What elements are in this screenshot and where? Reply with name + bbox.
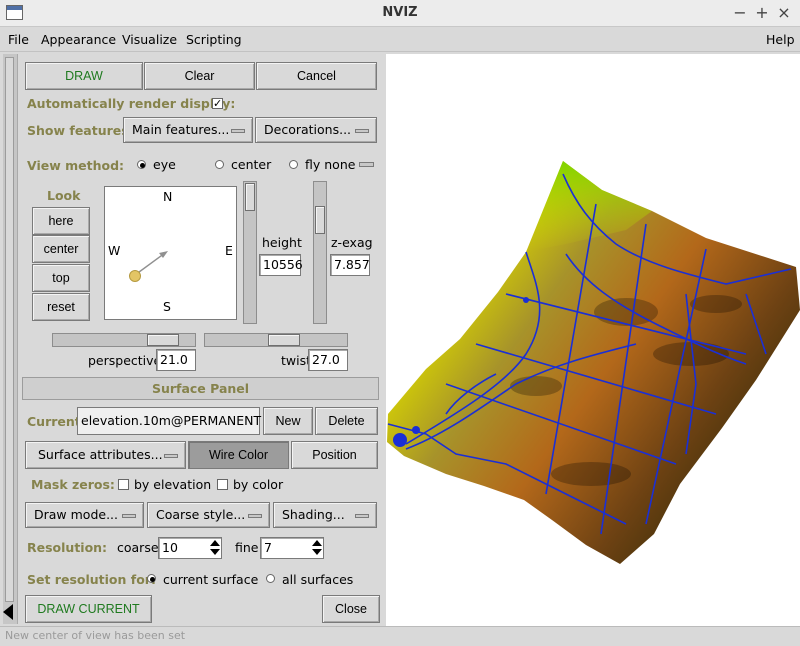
close-icon[interactable]: ×: [776, 3, 792, 23]
draw-button[interactable]: DRAW: [25, 62, 143, 90]
look-here-button[interactable]: here: [32, 207, 90, 235]
menu-help[interactable]: Help: [766, 32, 795, 47]
surface-attributes-menubutton[interactable]: Surface attributes...: [25, 441, 186, 469]
menu-bar: File Appearance Visualize Scripting Help: [0, 28, 800, 52]
height-label: height: [262, 235, 302, 250]
shading-label: Shading...: [282, 507, 345, 522]
zexag-slider[interactable]: [313, 181, 327, 324]
look-reset-button[interactable]: reset: [32, 293, 90, 321]
coarse-style-menubutton[interactable]: Coarse style...: [147, 502, 270, 528]
main-features-label: Main features...: [132, 122, 230, 137]
decorations-menubutton[interactable]: Decorations...: [255, 117, 377, 143]
spin-down-icon[interactable]: [210, 549, 220, 555]
close-panel-button[interactable]: Close: [322, 595, 380, 623]
look-center-button[interactable]: center: [32, 235, 90, 263]
coarse-style-label: Coarse style...: [156, 507, 246, 522]
set-resolution-label: Set resolution for:: [27, 572, 156, 587]
height-slider-thumb[interactable]: [245, 183, 255, 211]
look-top-button[interactable]: top: [32, 264, 90, 292]
perspective-input[interactable]: 21.0: [156, 349, 196, 371]
clear-button[interactable]: Clear: [144, 62, 255, 90]
spin-up-icon[interactable]: [210, 540, 220, 546]
mask-elevation-checkbox[interactable]: [118, 479, 129, 490]
render-canvas[interactable]: [386, 54, 800, 626]
scroll-left-arrow-icon[interactable]: [3, 604, 13, 620]
menu-indicator-icon: [355, 129, 369, 133]
panel-scrollbar-thumb[interactable]: [5, 57, 14, 602]
perspective-label: perspective: [88, 353, 162, 368]
twist-slider-thumb[interactable]: [268, 334, 300, 346]
cancel-button[interactable]: Cancel: [256, 62, 377, 90]
view-eye-radio[interactable]: [137, 160, 146, 169]
decorations-label: Decorations...: [264, 122, 352, 137]
title-bar: NVIZ − + ×: [0, 0, 800, 27]
menu-scripting[interactable]: Scripting: [186, 32, 242, 47]
mask-color-checkbox[interactable]: [217, 479, 228, 490]
zexag-label: z-exag: [331, 235, 373, 250]
menu-visualize[interactable]: Visualize: [122, 32, 177, 47]
view-fly-label: fly none: [305, 157, 356, 172]
fine-label: fine: [235, 540, 259, 555]
view-eye-label: eye: [153, 157, 176, 172]
resolution-label: Resolution:: [27, 540, 108, 555]
look-label: Look: [47, 188, 81, 203]
view-center-radio[interactable]: [215, 160, 224, 169]
wire-color-button[interactable]: Wire Color: [188, 441, 289, 469]
view-method-label: View method:: [27, 158, 125, 173]
spin-up-icon[interactable]: [312, 540, 322, 546]
shading-menubutton[interactable]: Shading...: [273, 502, 377, 528]
auto-render-label: Automatically render display:: [27, 96, 236, 111]
current-surface-radio[interactable]: [147, 574, 156, 583]
auto-render-checkbox[interactable]: ✓: [212, 98, 223, 109]
twist-input[interactable]: 27.0: [308, 349, 348, 371]
spin-down-icon[interactable]: [312, 549, 322, 555]
all-surfaces-label: all surfaces: [282, 572, 354, 587]
terrain-render: [387, 161, 800, 564]
fly-menu-indicator-icon[interactable]: [359, 162, 374, 167]
surface-attributes-label: Surface attributes...: [38, 447, 163, 462]
perspective-slider-thumb[interactable]: [147, 334, 179, 346]
new-surface-button[interactable]: New: [263, 407, 313, 435]
all-surfaces-radio[interactable]: [266, 574, 275, 583]
coarse-label: coarse: [117, 540, 159, 555]
surface-panel-title: Surface Panel: [22, 377, 379, 400]
maximize-icon[interactable]: +: [754, 3, 770, 23]
current-surface-field: elevation.10m@PERMANENT: [77, 407, 261, 435]
menu-indicator-icon: [355, 514, 369, 518]
show-features-label: Show features:: [27, 123, 134, 138]
draw-mode-label: Draw mode...: [34, 507, 118, 522]
menu-appearance[interactable]: Appearance: [41, 32, 116, 47]
menu-indicator-icon: [122, 514, 136, 518]
twist-label: twist: [281, 353, 312, 368]
view-direction-arrow-icon: [129, 251, 168, 282]
delete-surface-button[interactable]: Delete: [315, 407, 378, 435]
window-title: NVIZ: [382, 5, 418, 20]
status-bar: New center of view has been set: [0, 626, 800, 646]
draw-current-button[interactable]: DRAW CURRENT: [25, 595, 152, 623]
view-center-label: center: [231, 157, 272, 172]
status-message: New center of view has been set: [5, 629, 186, 642]
menu-file[interactable]: File: [8, 32, 29, 47]
zexag-slider-thumb[interactable]: [315, 206, 325, 234]
main-features-menubutton[interactable]: Main features...: [123, 117, 253, 143]
coarse-spinner[interactable]: [209, 538, 221, 558]
position-button[interactable]: Position: [291, 441, 378, 469]
minimize-icon[interactable]: −: [732, 3, 748, 23]
menu-indicator-icon: [231, 129, 245, 133]
menu-indicator-icon: [248, 514, 262, 518]
view-fly-radio[interactable]: [289, 160, 298, 169]
zexag-input[interactable]: 7.857: [330, 254, 370, 276]
mask-zeros-label: Mask zeros:: [31, 477, 115, 492]
mask-elevation-label: by elevation: [134, 477, 212, 492]
mask-color-label: by color: [233, 477, 284, 492]
current-surface-label: current surface: [163, 572, 259, 587]
height-input[interactable]: 10556: [259, 254, 303, 276]
menu-indicator-icon: [164, 454, 178, 458]
draw-mode-menubutton[interactable]: Draw mode...: [25, 502, 144, 528]
view-position-compass[interactable]: N S E W: [104, 186, 237, 320]
fine-spinner[interactable]: [311, 538, 323, 558]
